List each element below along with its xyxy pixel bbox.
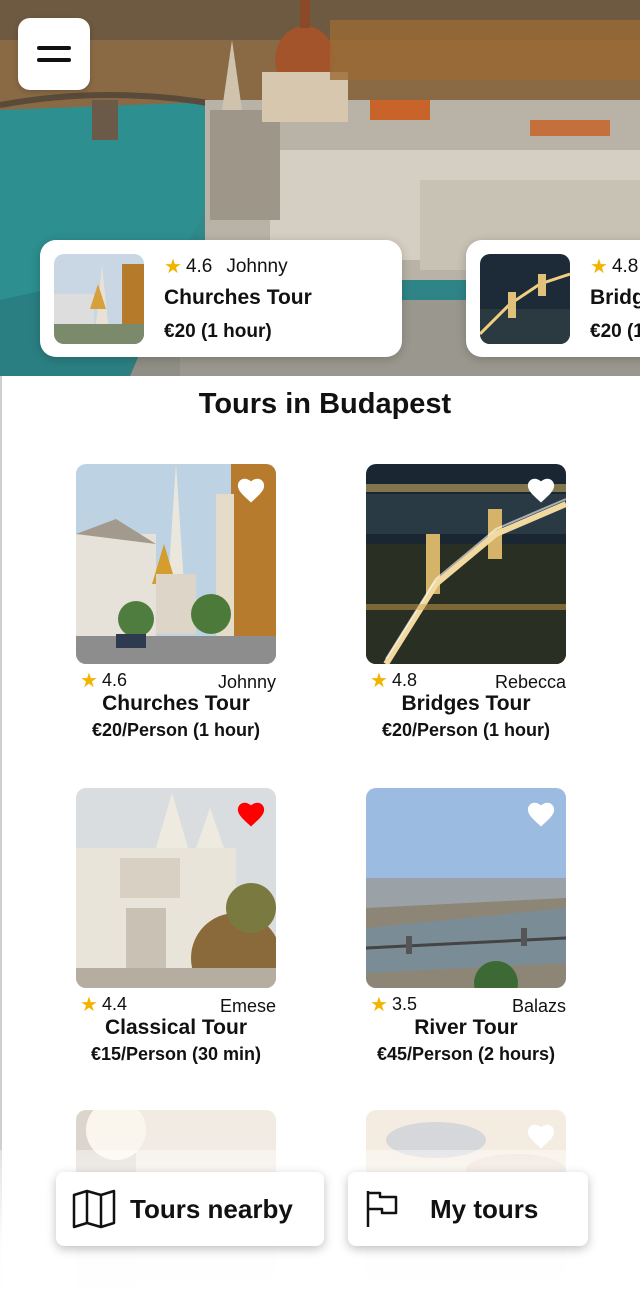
tour-price: €15/Person (30 min) [90, 1044, 262, 1064]
tour-card-classical[interactable]: ★ 4.4 Emese Classical Tour €15/Person (3… [76, 788, 276, 1065]
my-tours-button[interactable]: My tours [348, 1172, 588, 1246]
tour-image [366, 464, 566, 664]
tour-card-river[interactable]: ★ 3.5 Balazs River Tour €45/Person (2 ho… [366, 788, 566, 1065]
guide-name: Johnny [226, 256, 288, 277]
featured-tour-card[interactable]: ★ 4.6 Johnny Churches Tour €20 (1 hour) [40, 240, 402, 357]
flag-icon [366, 1191, 398, 1227]
featured-price: €20 (1 [590, 321, 640, 342]
rating-value: 4.6 [185, 256, 213, 277]
tour-meta: ★ 4.4 Emese [76, 992, 276, 1018]
tour-rating: ★ 4.8 [370, 670, 417, 691]
my-tours-label: My tours [430, 1193, 539, 1224]
star-icon: ★ [370, 993, 388, 1016]
tour-price: €45/Person (2 hours) [376, 1044, 556, 1064]
rating-value: 3.5 [391, 994, 417, 1014]
tour-rating: ★ 3.5 [370, 994, 417, 1015]
featured-tour-card[interactable]: ★ 4.8 Bridg €20 (1 [466, 240, 640, 357]
guide-name: Johnny [217, 672, 276, 692]
rating-value: 4.6 [101, 670, 127, 690]
favorite-heart-icon[interactable] [526, 1122, 556, 1150]
favorite-heart-icon[interactable] [236, 476, 266, 504]
favorite-heart-icon[interactable] [526, 800, 556, 828]
guide-name: Balazs [511, 996, 566, 1016]
featured-tour-thumbnail [54, 254, 144, 344]
featured-rating: ★ 4.8 [590, 256, 638, 278]
tour-card-churches[interactable]: ★ 4.6 Johnny Churches Tour €20/Person (1… [76, 464, 276, 741]
tour-meta: ★ 3.5 Balazs [366, 992, 566, 1018]
tour-title: Bridges Tour [401, 692, 531, 715]
hamburger-menu-icon [37, 46, 71, 50]
menu-button[interactable] [18, 18, 90, 90]
featured-title: Churches Tour [164, 286, 312, 309]
tour-title: Classical Tour [105, 1016, 247, 1039]
star-icon: ★ [80, 669, 98, 692]
tour-meta: ★ 4.6 Johnny [76, 668, 276, 694]
featured-title: Bridg [590, 286, 640, 309]
tour-price: €20/Person (1 hour) [381, 720, 551, 740]
tours-nearby-label: Tours nearby [130, 1193, 293, 1224]
tour-meta: ★ 4.8 Rebecca [366, 668, 566, 694]
star-icon: ★ [590, 256, 608, 278]
guide-name: Rebecca [494, 672, 566, 692]
star-icon: ★ [164, 256, 182, 278]
tour-image [366, 788, 566, 988]
featured-price: €20 (1 hour) [164, 321, 272, 342]
star-icon: ★ [370, 669, 388, 692]
tour-title: River Tour [414, 1016, 518, 1039]
rating-value: 4.8 [391, 670, 417, 690]
map-icon [72, 1189, 116, 1229]
tour-title: Churches Tour [102, 692, 250, 715]
tour-rating: ★ 4.4 [80, 994, 127, 1015]
featured-tour-thumbnail [480, 254, 570, 344]
hamburger-menu-icon-line [37, 58, 71, 62]
tours-nearby-button[interactable]: Tours nearby [56, 1172, 324, 1246]
rating-value: 4.8 [611, 256, 639, 277]
rating-value: 4.4 [101, 994, 127, 1014]
tour-price: €20/Person (1 hour) [91, 720, 261, 740]
tour-rating: ★ 4.6 [80, 670, 127, 691]
star-icon: ★ [80, 993, 98, 1016]
page-title: Tours in Budapest [198, 388, 452, 420]
favorite-heart-icon[interactable] [236, 800, 266, 828]
tour-image [76, 788, 276, 988]
guide-name: Emese [219, 996, 276, 1016]
tour-card-bridges[interactable]: ★ 4.8 Rebecca Bridges Tour €20/Person (1… [366, 464, 566, 741]
hero-banner: ★ 4.6 Johnny Churches Tour €20 (1 hour) … [0, 0, 640, 376]
tour-image [76, 464, 276, 664]
featured-rating: ★ 4.6 Johnny [164, 256, 288, 278]
favorite-heart-icon[interactable] [526, 476, 556, 504]
